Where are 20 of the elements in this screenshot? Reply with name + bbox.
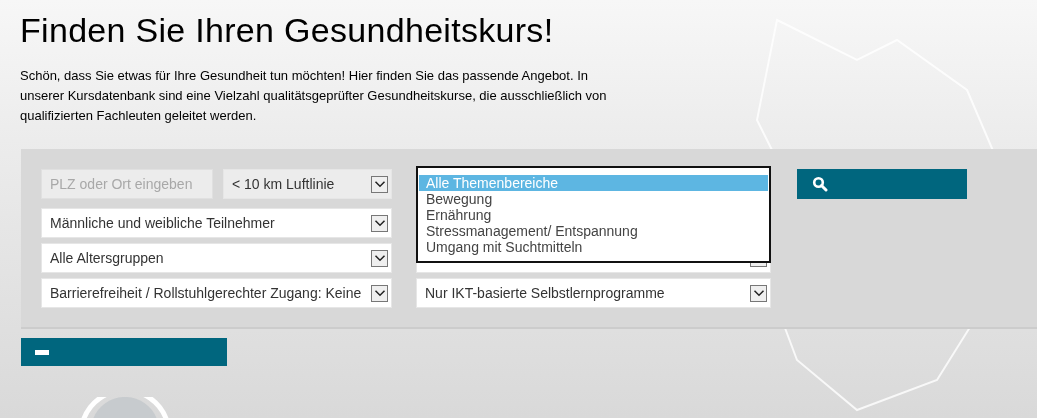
topic-option[interactable]: Umgang mit Suchtmitteln <box>419 239 768 255</box>
dropdown-field[interactable]: Nur IKT-basierte Selbstlernprogramme <box>416 278 771 308</box>
topic-option[interactable]: Stressmanagement/ Entspannung <box>419 223 768 239</box>
caret-icon <box>371 284 388 302</box>
search-button[interactable] <box>797 169 967 199</box>
page-title: Finden Sie Ihren Gesundheitskurs! <box>20 11 555 50</box>
intro-text: Schön, dass Sie etwas für Ihre Gesundheit tun möchten! Hier finden Sie das passende Angebot. In unserer Kursdatenbank sind eine Vielzahl qualitätsgeprüfter Gesundheitskurse, die ausschließlich von qualifizierten Fachleuten geleitet werden. <box>20 67 608 125</box>
topic-option[interactable]: Bewegung <box>419 191 768 207</box>
caret-icon <box>371 214 388 232</box>
caret-icon <box>371 175 388 193</box>
caret-icon <box>750 284 767 302</box>
caret-icon <box>371 249 388 267</box>
dropdown-field[interactable]: Alle Altersgruppen <box>41 243 392 273</box>
topic-option[interactable]: Ernährung <box>419 207 768 223</box>
dropdown-field[interactable]: Männliche und weibliche Teilnehmer <box>41 208 392 238</box>
collapse-button[interactable] <box>21 338 227 366</box>
dropdown-field[interactable]: Barrierefreiheit / Rollstuhlgerechter Zugang: Keine <box>41 278 392 308</box>
search-icon <box>812 176 828 192</box>
topic-dropdown-menu[interactable]: Alle Themenbereiche Bewegung Ernährung Stressmanagement/ Entspannung Umgang mit Suchtmitteln <box>416 166 771 263</box>
minus-icon <box>35 349 49 355</box>
